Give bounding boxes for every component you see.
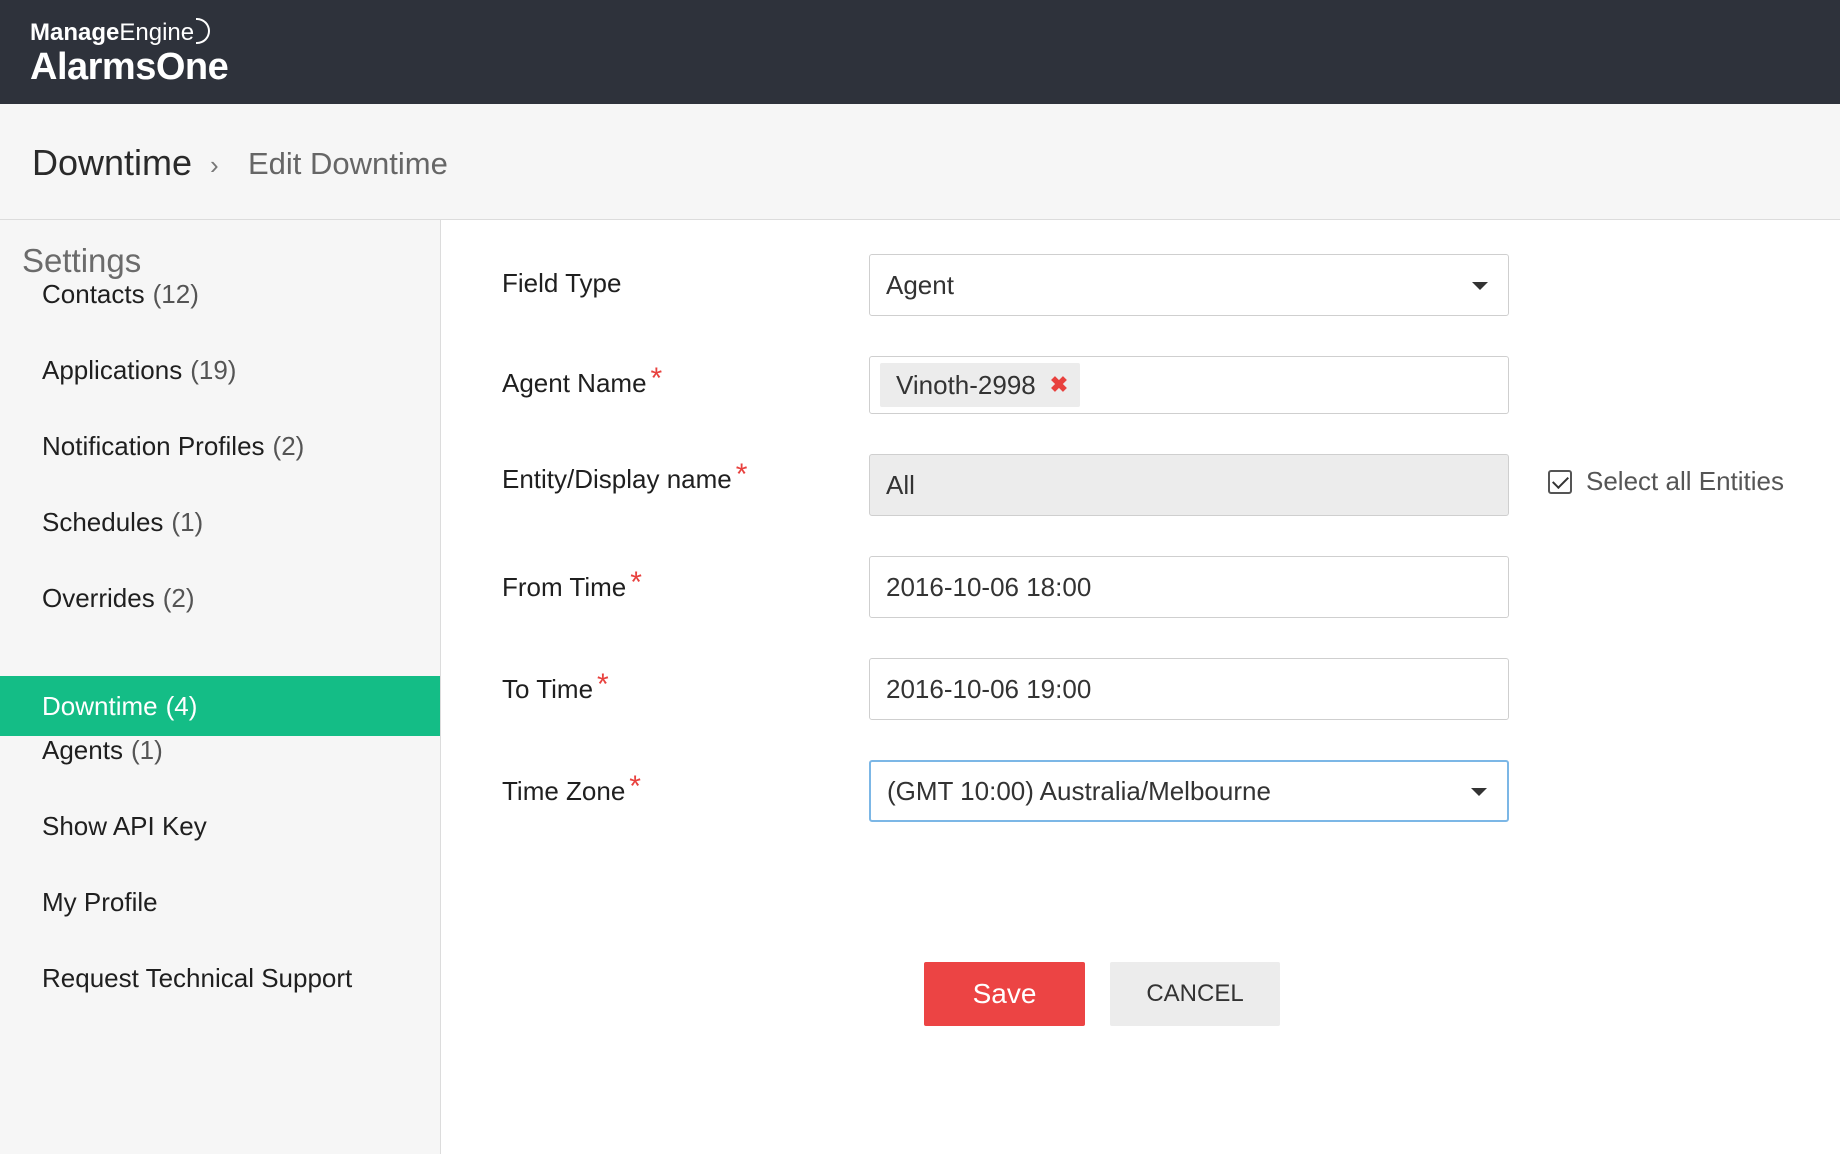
logo-brand-light: Engine <box>119 19 195 46</box>
from-time-label: From Time * <box>502 566 642 602</box>
entity-value: All <box>886 469 915 500</box>
agent-tag: Vinoth-2998 ✖ <box>880 363 1081 407</box>
sidebar-item-notification-profiles[interactable]: Notification Profiles (2) <box>0 416 440 476</box>
sidebar-item-my-profile[interactable]: My Profile <box>0 872 440 932</box>
checkbox-checked-icon[interactable] <box>1548 469 1572 494</box>
time-zone-select[interactable]: (GMT 10:00) Australia/Melbourne <box>869 760 1509 822</box>
sidebar-item-request-technical-support[interactable]: Request Technical Support <box>0 948 440 1008</box>
sidebar-item-agents[interactable]: Agents (1) <box>0 720 440 780</box>
top-header: Manage Engine AlarmsOne <box>0 0 1840 104</box>
cancel-button[interactable]: CANCEL <box>1110 962 1280 1026</box>
field-type-label: Field Type <box>502 268 622 298</box>
logo-product-name: AlarmsOne <box>30 46 229 88</box>
sidebar-item-contacts[interactable]: Contacts (12) <box>0 264 440 324</box>
sidebar-item-overrides[interactable]: Overrides (2) <box>0 568 440 628</box>
save-button[interactable]: Save <box>924 962 1085 1026</box>
chevron-right-icon: › <box>210 150 219 180</box>
agent-tag-label: Vinoth-2998 <box>896 369 1036 400</box>
from-time-input[interactable]: 2016-10-06 18:00 <box>869 556 1509 618</box>
field-type-value: Agent <box>886 269 954 300</box>
required-marker: * <box>735 458 748 491</box>
entity-display-name-field: All <box>869 454 1509 516</box>
required-marker: * <box>629 770 641 803</box>
manageengine-alarmsone-logo[interactable]: Manage Engine AlarmsOne <box>30 14 229 88</box>
required-marker: * <box>597 668 609 701</box>
remove-tag-icon[interactable]: ✖ <box>1050 372 1068 398</box>
required-marker: * <box>630 566 642 599</box>
select-all-entities[interactable]: Select all Entities <box>1548 466 1784 497</box>
to-time-input[interactable]: 2016-10-06 19:00 <box>869 658 1509 720</box>
settings-sidebar: Settings Contacts (12) Applications (19) N… <box>0 220 441 1154</box>
to-time-label: To Time * <box>502 668 609 704</box>
time-zone-label: Time Zone * <box>502 770 641 806</box>
sidebar-item-show-api-key[interactable]: Show API Key <box>0 796 440 856</box>
select-all-entities-label: Select all Entities <box>1586 466 1784 496</box>
agent-name-input[interactable]: Vinoth-2998 ✖ <box>869 356 1509 414</box>
agent-name-label: Agent Name * <box>502 362 663 398</box>
from-time-value: 2016-10-06 18:00 <box>886 571 1092 602</box>
breadcrumb: Downtime › Edit Downtime <box>0 104 1840 220</box>
field-type-select[interactable]: Agent <box>869 254 1509 316</box>
entity-display-name-label: Entity/Display name * <box>502 458 748 494</box>
sidebar-item-schedules[interactable]: Schedules (1) <box>0 492 440 552</box>
breadcrumb-current: Edit Downtime <box>248 146 448 181</box>
time-zone-value: (GMT 10:00) Australia/Melbourne <box>887 775 1271 806</box>
logo-arc-icon <box>196 18 211 44</box>
to-time-value: 2016-10-06 19:00 <box>886 673 1092 704</box>
caret-down-icon <box>1471 788 1487 796</box>
logo-brand-bold: Manage <box>30 19 120 46</box>
breadcrumb-root[interactable]: Downtime <box>32 142 192 184</box>
sidebar-item-applications[interactable]: Applications (19) <box>0 340 440 400</box>
caret-down-icon <box>1472 282 1488 290</box>
required-marker: * <box>650 362 663 395</box>
